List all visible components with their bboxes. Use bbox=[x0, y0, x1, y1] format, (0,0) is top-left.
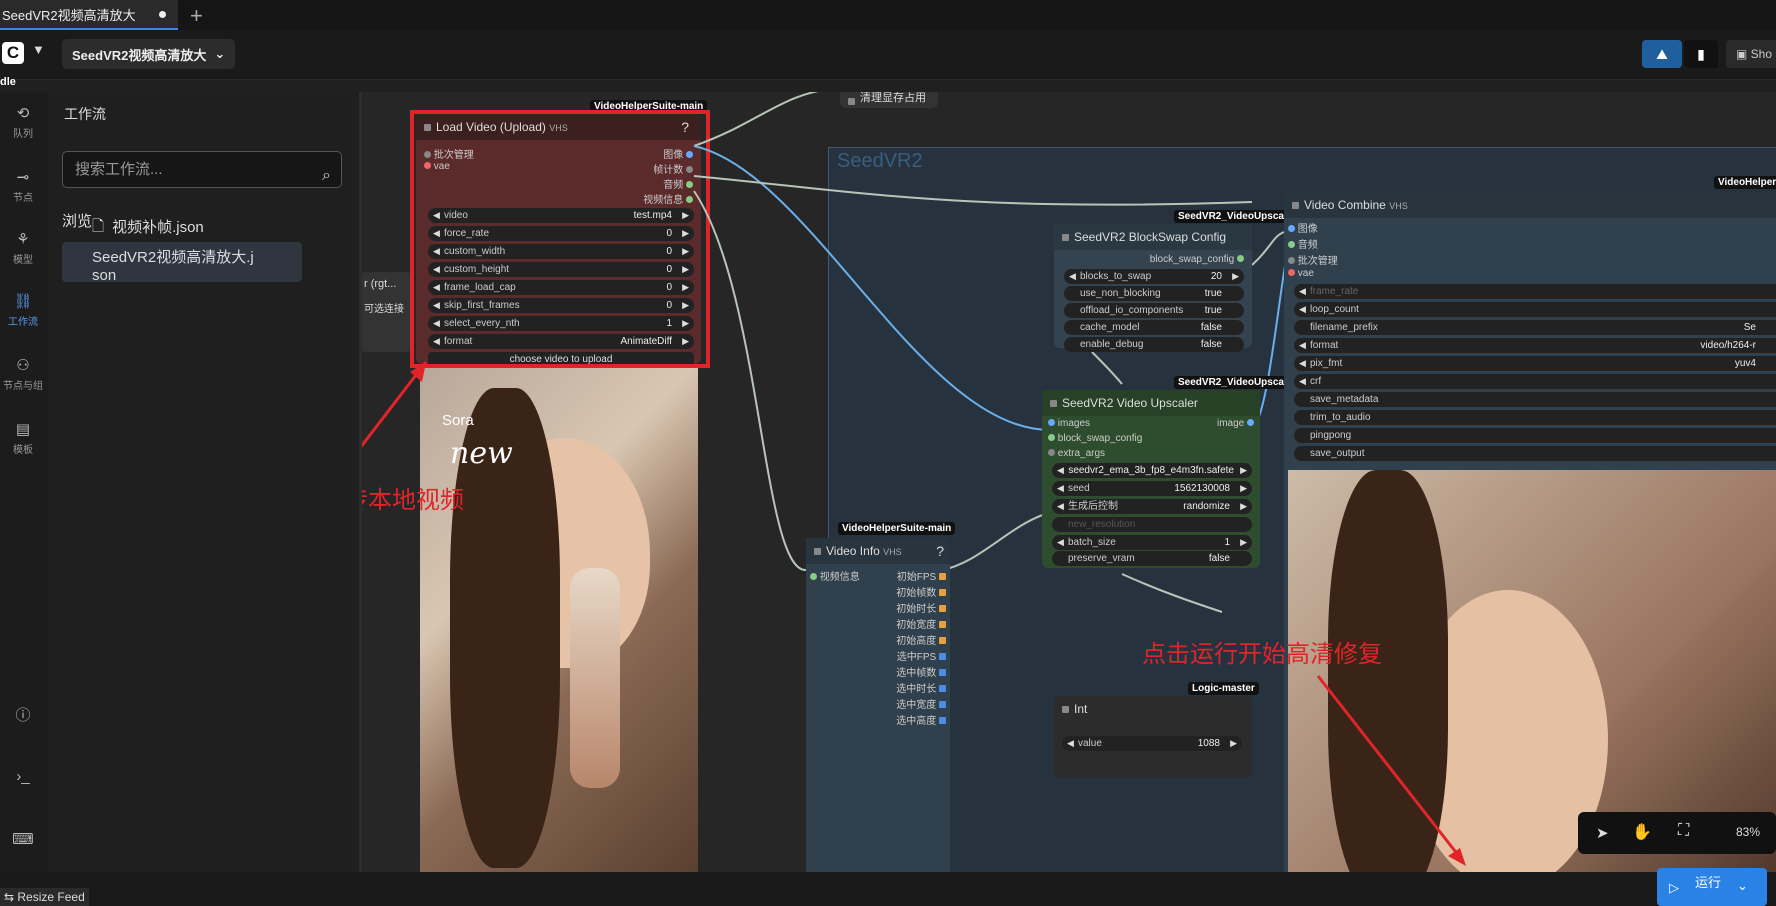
help-icon[interactable]: ⓘ bbox=[0, 704, 46, 728]
fit-view-icon[interactable]: ⛶ bbox=[1678, 822, 1689, 840]
chevron-down-icon: ⌄ bbox=[214, 46, 226, 61]
rail-label: 模板 bbox=[13, 445, 33, 456]
tab-bar: SeedVR2视频高清放大 + bbox=[0, 0, 1776, 30]
dle-label: dle bbox=[0, 76, 16, 88]
left-rail: ⟲ 队列 ⊸ 节点 ⚘ 模型 ⛓ 工作流 ⚇ 节点与组 ▤ 模板 ⓘ ›_ ⌨ bbox=[0, 92, 48, 872]
canvas-controls: ➤ ✋ ⛶ 83% bbox=[1578, 812, 1776, 854]
mountain-icon[interactable]: ⛰ bbox=[1642, 40, 1682, 68]
workflow-icon: ⛓ bbox=[13, 293, 33, 310]
keyboard-icon[interactable]: ⌨ bbox=[0, 830, 46, 851]
model-icon: ⚘ bbox=[16, 231, 30, 248]
run-button[interactable]: ▷ 运行 ⌄ bbox=[1657, 868, 1767, 906]
rail-node-groups[interactable]: ⚇ 节点与组 bbox=[0, 356, 46, 392]
show-label: Sho bbox=[1750, 47, 1773, 61]
tab-title: SeedVR2视频高清放大 bbox=[2, 7, 136, 23]
hand-icon[interactable]: ✋ bbox=[1632, 822, 1652, 842]
comfy-logo-icon[interactable]: C bbox=[2, 42, 24, 64]
new-tab-button[interactable]: + bbox=[190, 3, 203, 29]
rail-models[interactable]: ⚘ 模型 bbox=[0, 230, 46, 266]
history-icon: ⟲ bbox=[16, 105, 30, 122]
node-icon: ⊸ bbox=[16, 169, 30, 186]
rail-label: 工作流 bbox=[8, 317, 38, 328]
bottom-bar: ⇆ Resize Feed bbox=[0, 872, 1776, 906]
file-icon: 🗋 bbox=[92, 218, 105, 235]
resize-feed-label: Resize Feed bbox=[17, 890, 85, 904]
unsaved-dot-icon bbox=[159, 11, 166, 18]
rail-workflows[interactable]: ⛓ 工作流 bbox=[0, 292, 46, 328]
resize-feed-button[interactable]: ⇆ Resize Feed bbox=[0, 888, 89, 906]
search-placeholder: 搜索工作流... bbox=[75, 161, 163, 178]
workflow-title: SeedVR2视频高清放大 bbox=[72, 47, 207, 63]
panel-title: 工作流 bbox=[64, 106, 106, 122]
browse-heading: 浏览 bbox=[62, 213, 93, 230]
show-button[interactable]: ▣ Sho bbox=[1726, 40, 1776, 68]
chevron-down-icon[interactable]: ⌄ bbox=[1737, 878, 1748, 894]
template-icon: ▤ bbox=[15, 421, 31, 438]
workflow-tab[interactable]: SeedVR2视频高清放大 bbox=[0, 0, 178, 30]
run-label: 运行 bbox=[1695, 875, 1722, 890]
terminal-icon[interactable]: ›_ bbox=[0, 768, 46, 788]
rail-queue[interactable]: ⟲ 队列 bbox=[0, 104, 46, 140]
rail-label: 节点 bbox=[13, 193, 33, 204]
workflow-panel: 工作流 搜索工作流... ⌕ 浏览 🗋 视频补帧.json SeedVR2视频高… bbox=[48, 92, 362, 872]
workflow-title-button[interactable]: SeedVR2视频高清放大 ⌄ bbox=[62, 39, 236, 69]
rail-label: 模型 bbox=[13, 255, 33, 266]
node-group-icon: ⚇ bbox=[16, 357, 30, 374]
file-label: 视频补帧.json bbox=[112, 219, 204, 236]
select-cursor-icon[interactable]: ➤ bbox=[1596, 824, 1609, 842]
file-item[interactable]: 🗋 视频补帧.json bbox=[92, 216, 204, 241]
search-input[interactable]: 搜索工作流... ⌕ bbox=[62, 151, 342, 188]
rail-label: 节点与组 bbox=[3, 381, 43, 392]
chevron-down-icon[interactable]: ▼ bbox=[32, 42, 45, 57]
toolbar: C ▼ SeedVR2视频高清放大 ⌄ ⛰ ▮ ▣ Sho bbox=[0, 30, 1776, 80]
annotation-arrows bbox=[362, 361, 1466, 866]
rail-label: 队列 bbox=[13, 129, 33, 140]
graph-canvas[interactable]: SeedVR2 清理显存占用 r (rgt... 可选连接 VideoHelpe… bbox=[362, 92, 1776, 872]
rail-templates[interactable]: ▤ 模板 bbox=[0, 420, 46, 456]
file-label: son bbox=[92, 267, 117, 284]
rail-nodes[interactable]: ⊸ 节点 bbox=[0, 168, 46, 204]
search-icon: ⌕ bbox=[322, 167, 331, 184]
file-label: SeedVR2视频高清放大.j bbox=[92, 249, 254, 266]
file-item-active[interactable]: SeedVR2视频高清放大.j son bbox=[62, 242, 302, 284]
play-icon: ▷ bbox=[1669, 880, 1679, 895]
zoom-level[interactable]: 83% bbox=[1736, 825, 1760, 839]
bookmark-icon[interactable]: ▮ bbox=[1684, 40, 1718, 68]
